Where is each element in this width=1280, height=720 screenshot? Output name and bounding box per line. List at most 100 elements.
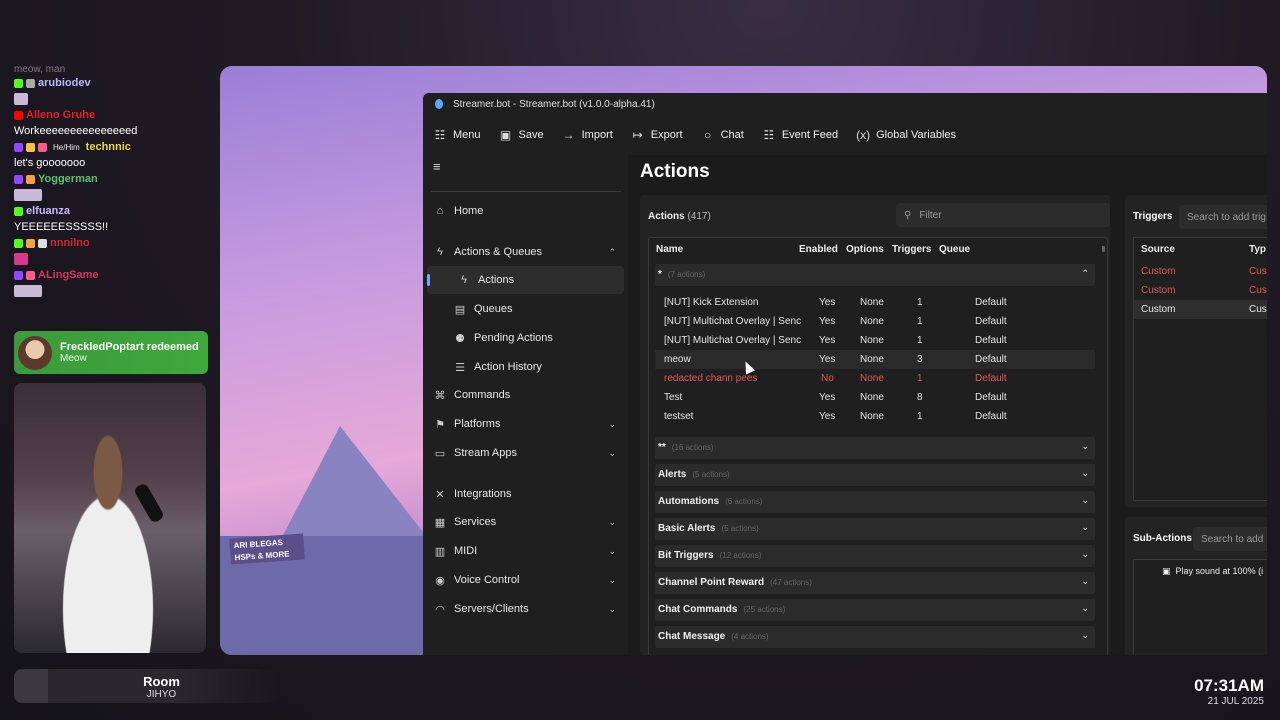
sidebar-item-label: MIDI: [454, 545, 478, 557]
column-options[interactable]: Options: [846, 244, 884, 255]
chat-overlay: meow, man arubiodev Alleno Gruhe Workeee…: [10, 64, 220, 299]
import-button[interactable]: → Import: [562, 128, 613, 142]
table-row[interactable]: testset Yes None 1 Default: [655, 407, 1095, 426]
group-header[interactable]: Channel Point Reward (47 actions) ⌄: [655, 572, 1095, 594]
menu-button[interactable]: ☷ Menu: [433, 128, 481, 142]
column-source[interactable]: Source: [1141, 244, 1175, 255]
filter-input[interactable]: ⚲ Filter: [896, 203, 1110, 227]
table-row[interactable]: meow Yes None 3 Default: [655, 350, 1095, 369]
chevron-up-icon: ⌃: [1081, 268, 1089, 278]
group-header[interactable]: ** (16 actions) ⌄: [655, 437, 1095, 459]
chat-username: elfuanza: [26, 205, 71, 217]
table-row[interactable]: Test Yes None 8 Default: [655, 388, 1095, 407]
clock-widget: 07:31AM 21 JUL 2025: [1194, 676, 1264, 707]
group-header[interactable]: Chat Message (4 actions) ⌄: [655, 626, 1095, 648]
group-name: Bit Triggers: [658, 550, 714, 561]
trigger-row[interactable]: Custom Cus: [1134, 281, 1267, 300]
column-triggers[interactable]: Triggers: [892, 244, 931, 255]
chevron-down-icon: ⌄: [1081, 468, 1089, 478]
sidebar-item-queues[interactable]: ▤ Queues: [423, 295, 628, 323]
column-type[interactable]: Typ: [1249, 244, 1266, 255]
chat-button[interactable]: ○ Chat: [701, 128, 744, 142]
sidebar-item-stream-apps[interactable]: ▭ Stream Apps ⌄: [423, 439, 628, 467]
trigger-source: Custom: [1141, 304, 1176, 315]
group-header[interactable]: Bit Triggers (12 actions) ⌄: [655, 545, 1095, 567]
table-row[interactable]: [NUT] Multichat Overlay | Senc Yes None …: [655, 331, 1095, 350]
cell-queue: Default: [975, 392, 1007, 403]
sidebar-item-label: Pending Actions: [474, 332, 553, 344]
main-content: Actions Actions (417) ⚲ Filter Name Enab…: [628, 155, 1267, 655]
chevron-down-icon: ⌄: [608, 545, 616, 556]
group-header[interactable]: Alerts (5 actions) ⌄: [655, 464, 1095, 486]
cell-options: None: [860, 373, 884, 384]
youtube-icon: [14, 110, 23, 120]
table-row[interactable]: [NUT] Kick Extension Yes None 1 Default: [655, 293, 1095, 312]
group-header[interactable]: Chat Commands (25 actions) ⌄: [655, 599, 1095, 621]
subaction-search-input[interactable]: Search to add: [1193, 527, 1267, 551]
group-header[interactable]: Basic Alerts (5 actions) ⌄: [655, 518, 1095, 540]
table-row[interactable]: [NUT] Multichat Overlay | Senc Yes None …: [655, 312, 1095, 331]
twitch-icon: [14, 142, 23, 152]
sidebar-item-midi[interactable]: ▥ MIDI ⌄: [423, 537, 628, 565]
sidebar-item-label: Platforms: [454, 418, 501, 430]
cell-triggers: 8: [917, 392, 923, 403]
chat-message: elfuanza: [14, 203, 220, 219]
sidebar-item-pending-actions[interactable]: ⚈ Pending Actions: [423, 324, 628, 352]
sidebar-item-actions[interactable]: ϟ Actions: [427, 266, 624, 294]
save-button[interactable]: ▣ Save: [499, 128, 544, 142]
cell-triggers: 1: [917, 297, 923, 308]
queue-icon: ▤: [454, 303, 466, 316]
save-label: Save: [518, 129, 544, 141]
midi-icon: ▥: [434, 545, 446, 558]
subaction-item[interactable]: ▣ Play sound at 100% (i: [1162, 566, 1263, 577]
global-variables-button[interactable]: (x) Global Variables: [856, 128, 956, 142]
platforms-icon: ⚑: [435, 418, 445, 431]
cell-name: [NUT] Multichat Overlay | Senc: [664, 335, 802, 346]
chat-text: Workeeeeeeeeeeeeeeed: [14, 125, 138, 137]
sidebar-item-actions-queues[interactable]: ϟ Actions & Queues ⌃: [423, 238, 628, 266]
badge-icon: [26, 142, 35, 152]
chevron-down-icon: ⌄: [1081, 522, 1089, 532]
column-queue[interactable]: Queue: [939, 244, 970, 255]
sidebar-item-label: Commands: [454, 389, 511, 401]
global-variables-label: Global Variables: [876, 129, 957, 141]
trigger-search-input[interactable]: Search to add trig: [1179, 205, 1267, 229]
cell-triggers: 1: [917, 411, 923, 422]
redeem-reward: Meow: [60, 353, 87, 364]
table-row[interactable]: redacted chann pees No None 1 Default: [655, 369, 1095, 388]
sidebar-item-voice-control[interactable]: ◉ Voice Control ⌄: [423, 566, 628, 594]
lightning-icon: ϟ: [461, 274, 467, 286]
emote-icon: [14, 253, 28, 265]
export-button[interactable]: ↦ Export: [631, 128, 683, 142]
trigger-row[interactable]: Custom Cus: [1134, 300, 1267, 319]
pending-icon: ⚈: [455, 332, 465, 345]
room-name: JIHYO: [146, 689, 177, 700]
chat-username: Yoggerman: [38, 173, 98, 185]
trigger-type: Cus: [1249, 266, 1267, 277]
trigger-row[interactable]: Custom Cus: [1134, 262, 1267, 281]
event-feed-button[interactable]: ☷ Event Feed: [762, 128, 838, 142]
emote-icon: [14, 93, 28, 105]
emote-icon: [14, 285, 42, 297]
chevron-down-icon: ⌄: [1081, 549, 1089, 559]
sidebar-item-action-history[interactable]: ☰ Action History: [423, 353, 628, 381]
scrollbar[interactable]: [1102, 246, 1105, 252]
hamburger-icon[interactable]: ≡: [433, 159, 441, 174]
sidebar-item-servers-clients[interactable]: ◠ Servers/Clients ⌄: [423, 595, 628, 623]
chat-emote: [14, 187, 220, 203]
column-enabled[interactable]: Enabled: [799, 244, 838, 255]
sidebar-item-commands[interactable]: ⌘ Commands: [423, 381, 628, 409]
sidebar-item-services[interactable]: ▦ Services ⌄: [423, 508, 628, 536]
sidebar-item-platforms[interactable]: ⚑ Platforms ⌄: [423, 410, 628, 438]
sidebar-item-integrations[interactable]: ✕ Integrations: [423, 480, 628, 508]
sidebar-item-home[interactable]: ⌂ Home: [423, 197, 628, 225]
trigger-type: Cus: [1249, 285, 1267, 296]
group-header[interactable]: Automations (6 actions) ⌄: [655, 491, 1095, 513]
cell-name: redacted chann pees: [664, 373, 758, 384]
heart-icon: [26, 270, 35, 280]
cell-enabled: Yes: [819, 335, 836, 346]
column-name[interactable]: Name: [656, 244, 683, 255]
chat-message: nnnilno: [14, 235, 220, 251]
group-header[interactable]: * (7 actions) ⌃: [655, 264, 1095, 286]
actions-count: (417): [687, 211, 711, 222]
